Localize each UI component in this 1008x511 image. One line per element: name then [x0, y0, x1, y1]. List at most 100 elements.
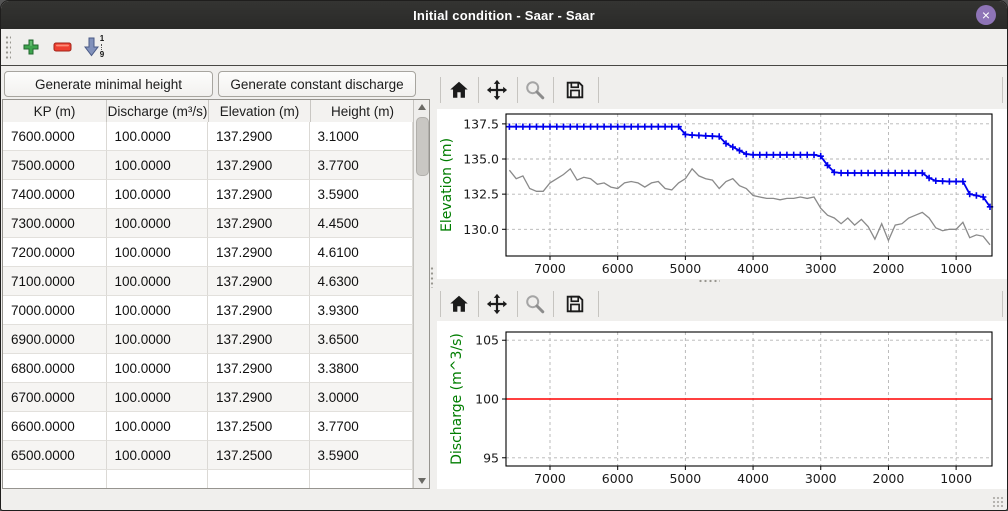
x-tick-label: 3000 — [805, 471, 837, 486]
elevation-plot-toolbar — [437, 71, 1007, 109]
table-cell[interactable]: 6800.0000 — [3, 354, 107, 383]
generate-minimal-height-button[interactable]: Generate minimal height — [4, 71, 213, 97]
table-cell[interactable]: 137.2900 — [208, 209, 310, 238]
plot2-save-button[interactable] — [560, 289, 590, 319]
table-row[interactable]: 6500.0000100.0000137.25003.5900 — [3, 441, 413, 470]
column-header[interactable]: KP (m) — [3, 100, 107, 122]
table-row[interactable]: 7200.0000100.0000137.29004.6100 — [3, 238, 413, 267]
scrollbar-up-arrow[interactable] — [414, 100, 429, 114]
x-tick-label: 1000 — [940, 261, 972, 276]
table-cell[interactable]: 100.0000 — [107, 441, 209, 470]
table-row[interactable]: 7100.0000100.0000137.29004.6300 — [3, 267, 413, 296]
table-cell[interactable]: 6600.0000 — [3, 412, 107, 441]
table-row[interactable]: 7600.0000100.0000137.29003.1000 — [3, 122, 413, 151]
table-cell[interactable]: 3.7700 — [310, 151, 414, 180]
table-cell[interactable]: 6500.0000 — [3, 441, 107, 470]
sort-rows-button[interactable]: 1 9 — [80, 33, 108, 61]
table-cell[interactable]: 100.0000 — [107, 238, 209, 267]
table-header: KP (m)Discharge (m³/s)Elevation (m)Heigh… — [3, 100, 429, 123]
table-cell[interactable]: 7500.0000 — [3, 151, 107, 180]
table-cell[interactable]: 100.0000 — [107, 412, 209, 441]
table-row[interactable]: 7400.0000100.0000137.29003.5900 — [3, 180, 413, 209]
magnifier-icon — [524, 293, 546, 315]
table-cell[interactable]: 3.7700 — [310, 412, 414, 441]
vertical-splitter-handle[interactable] — [430, 266, 435, 288]
table-cell[interactable]: 100.0000 — [107, 209, 209, 238]
table-cell[interactable]: 137.2900 — [208, 383, 310, 412]
plot2-zoom-button[interactable] — [520, 289, 550, 319]
table-cell[interactable]: 137.2900 — [208, 325, 310, 354]
table-row[interactable]: 7300.0000100.0000137.29004.4500 — [3, 209, 413, 238]
y-tick-label: 95 — [483, 450, 499, 465]
table-cell[interactable]: 4.4500 — [310, 209, 414, 238]
table-cell[interactable]: 137.2500 — [208, 441, 310, 470]
table-row[interactable]: 7000.0000100.0000137.29003.9300 — [3, 296, 413, 325]
table-cell[interactable]: 3.5900 — [310, 180, 414, 209]
table-cell[interactable]: 137.2900 — [208, 354, 310, 383]
add-row-button[interactable] — [17, 33, 45, 61]
table-cell[interactable]: 100.0000 — [107, 122, 209, 151]
table-row[interactable]: 6700.0000100.0000137.29003.0000 — [3, 383, 413, 412]
table-cell[interactable]: 7300.0000 — [3, 209, 107, 238]
table-cell[interactable]: 137.2900 — [208, 267, 310, 296]
table-cell[interactable]: 6700.0000 — [3, 383, 107, 412]
column-header[interactable]: Discharge (m³/s) — [107, 100, 209, 122]
close-button[interactable]: × — [976, 5, 996, 25]
table-cell[interactable]: 7100.0000 — [3, 267, 107, 296]
table-row[interactable]: 6800.0000100.0000137.29003.3800 — [3, 354, 413, 383]
table-cell[interactable]: 3.6500 — [310, 325, 414, 354]
table-scrollbar[interactable] — [413, 100, 429, 488]
table-row[interactable]: 6900.0000100.0000137.29003.6500 — [3, 325, 413, 354]
toolbar-drag-handle[interactable] — [5, 35, 11, 59]
table-row[interactable]: 6600.0000100.0000137.25003.7700 — [3, 412, 413, 441]
table-cell[interactable]: 7600.0000 — [3, 122, 107, 151]
table-cell[interactable]: 7000.0000 — [3, 296, 107, 325]
table-cell[interactable]: 3.1000 — [310, 122, 414, 151]
table-cell[interactable]: 137.2900 — [208, 238, 310, 267]
plot1-save-button[interactable] — [560, 75, 590, 105]
window-resize-grip[interactable] — [992, 496, 1004, 507]
table-cell[interactable]: 6900.0000 — [3, 325, 107, 354]
plot1-pan-button[interactable] — [482, 75, 512, 105]
table-cell[interactable]: 3.0000 — [310, 383, 414, 412]
table-cell[interactable]: 100.0000 — [107, 325, 209, 354]
column-header[interactable]: Height (m) — [311, 100, 415, 122]
table-cell[interactable]: 100.0000 — [107, 151, 209, 180]
table-cell[interactable]: 7400.0000 — [3, 180, 107, 209]
table-cell[interactable]: 137.2900 — [208, 151, 310, 180]
table-cell[interactable]: 4.6300 — [310, 267, 414, 296]
table-cell[interactable]: 7200.0000 — [3, 238, 107, 267]
series-bottom-elevation — [509, 169, 990, 245]
table-cell[interactable]: 3.3800 — [310, 354, 414, 383]
elevation-plot-canvas[interactable]: 7000600050004000300020001000137.5135.013… — [437, 109, 1007, 279]
plot2-home-button[interactable] — [444, 289, 474, 319]
table-cell[interactable]: 137.2900 — [208, 180, 310, 209]
discharge-plot-canvas[interactable]: 700060005000400030002000100010510095Disc… — [437, 321, 1007, 489]
x-tick-label: 4000 — [737, 471, 769, 486]
table-cell[interactable]: 100.0000 — [107, 267, 209, 296]
table-cell[interactable]: 100.0000 — [107, 180, 209, 209]
table-cell[interactable]: 3.9300 — [310, 296, 414, 325]
table-cell[interactable]: 137.2900 — [208, 296, 310, 325]
table-cell[interactable]: 100.0000 — [107, 383, 209, 412]
horizontal-splitter-handle[interactable] — [698, 279, 720, 284]
scrollbar-down-arrow[interactable] — [414, 474, 429, 488]
table-cell[interactable]: 100.0000 — [107, 354, 209, 383]
magnifier-icon — [524, 79, 546, 101]
plot1-zoom-button[interactable] — [520, 75, 550, 105]
title-bar[interactable]: Initial condition - Saar - Saar × — [1, 1, 1007, 29]
sort-ascending-icon — [84, 37, 99, 57]
table-cell[interactable]: 137.2500 — [208, 412, 310, 441]
column-header[interactable]: Elevation (m) — [209, 100, 311, 122]
table-cell[interactable]: 137.2900 — [208, 122, 310, 151]
generate-constant-discharge-button[interactable]: Generate constant discharge — [218, 71, 416, 97]
table-row[interactable]: 7500.0000100.0000137.29003.7700 — [3, 151, 413, 180]
window-title: Initial condition - Saar - Saar — [413, 8, 595, 23]
table-cell[interactable]: 3.5900 — [310, 441, 414, 470]
remove-row-button[interactable] — [48, 33, 76, 61]
plot1-home-button[interactable] — [444, 75, 474, 105]
table-cell[interactable]: 4.6100 — [310, 238, 414, 267]
scrollbar-thumb[interactable] — [416, 117, 429, 176]
plot2-pan-button[interactable] — [482, 289, 512, 319]
table-cell[interactable]: 100.0000 — [107, 296, 209, 325]
